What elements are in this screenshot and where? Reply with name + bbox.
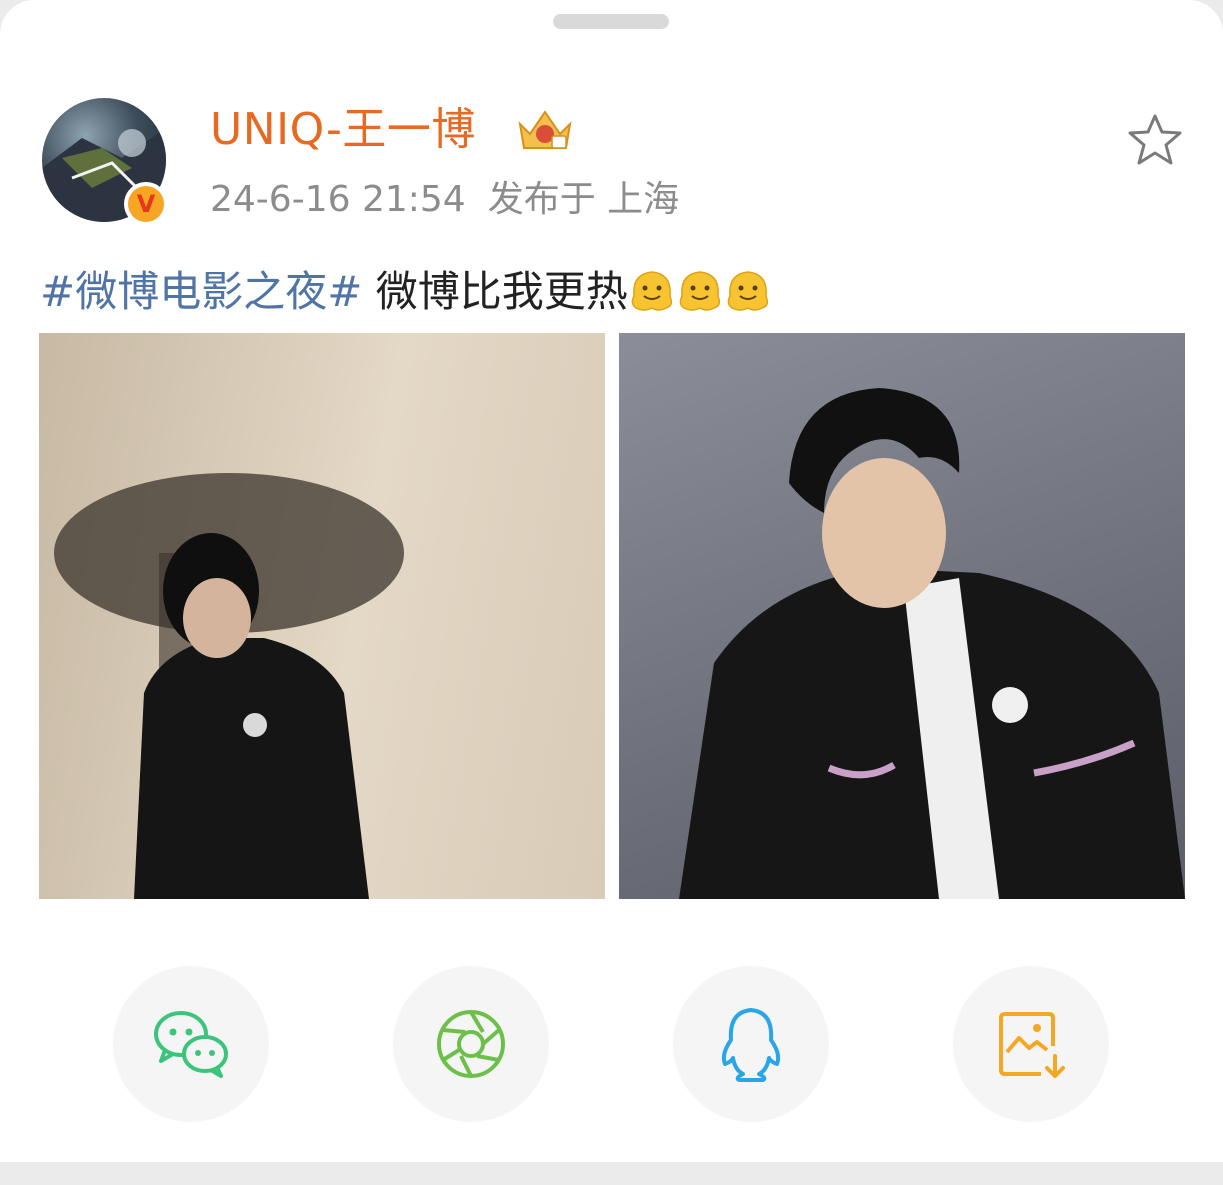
post-image-2[interactable] xyxy=(619,333,1185,899)
verified-badge: V xyxy=(124,182,168,226)
crown-level-icon xyxy=(518,110,572,149)
melting-face-emoji-icon xyxy=(727,271,768,311)
post-meta: 24-6-16 21:54 发布于 上海 xyxy=(210,176,701,224)
wechat-icon xyxy=(154,1011,228,1078)
share-qq-button[interactable] xyxy=(673,966,829,1122)
drag-handle[interactable] xyxy=(553,14,669,29)
topic-link[interactable]: #微博电影之夜# xyxy=(40,267,362,316)
qq-penguin-icon xyxy=(721,1008,781,1082)
verified-v-icon: V xyxy=(128,186,164,222)
favorite-star-icon[interactable] xyxy=(1126,112,1184,168)
post-text: #微博电影之夜# 微博比我更热 xyxy=(40,262,772,322)
share-wechat-button[interactable] xyxy=(113,966,269,1122)
melting-face-emoji-icon xyxy=(631,271,672,311)
post-body: 微博比我更热 xyxy=(362,267,628,316)
moments-shutter-icon xyxy=(437,1010,505,1078)
post-location: 发布于 上海 xyxy=(487,179,680,220)
post-time: 24-6-16 21:54 xyxy=(210,179,466,220)
save-image-icon xyxy=(999,1012,1065,1078)
post-image-1[interactable] xyxy=(39,333,605,899)
username[interactable]: UNIQ-王一博 xyxy=(210,102,476,158)
share-sheet: V UNIQ-王一博 24-6-16 21:54 发布于 上海 #微博电影之夜# … xyxy=(0,0,1223,1162)
melting-face-emoji-icon xyxy=(679,271,720,311)
save-image-button[interactable] xyxy=(953,966,1109,1122)
share-moments-button[interactable] xyxy=(393,966,549,1122)
